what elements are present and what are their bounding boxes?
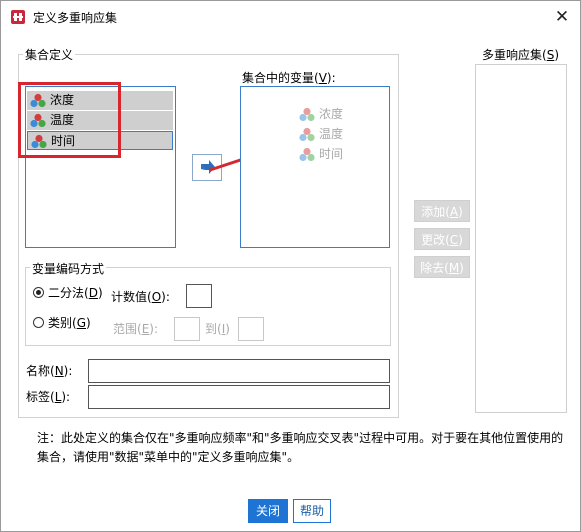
dialog-window: 定义多重响应集 ✕ 集合定义 浓度 温度 时间 集合中的变量(V): 浓度 温度… (0, 0, 581, 532)
annotation-highlight-box (18, 82, 121, 158)
nominal-variable-icon (299, 127, 315, 142)
list-item[interactable]: 时间 (296, 145, 376, 164)
response-sets-list[interactable] (475, 64, 567, 413)
change-button[interactable]: 更改(C) (414, 228, 470, 250)
variables-in-set-label: 集合中的变量(V): (242, 71, 336, 85)
nominal-variable-icon (299, 147, 315, 162)
window-title: 定义多重响应集 (33, 11, 118, 25)
dichotomy-label: 二分法(D) (48, 286, 103, 300)
list-item[interactable]: 浓度 (296, 105, 376, 124)
response-sets-label: 多重响应集(S) (482, 48, 559, 62)
range-to-input[interactable] (238, 317, 264, 341)
label-input[interactable] (88, 385, 390, 409)
category-radio[interactable] (33, 317, 44, 328)
count-value-input[interactable] (186, 284, 212, 308)
set-definition-title: 集合定义 (23, 46, 76, 63)
nominal-variable-icon (299, 107, 315, 122)
range-from-input[interactable] (174, 317, 200, 341)
variables-in-set-list[interactable]: 浓度 温度 时间 (240, 86, 390, 248)
name-label: 名称(N): (26, 364, 73, 378)
category-label: 类别(G) (48, 316, 91, 330)
title-bar: 定义多重响应集 ✕ (1, 1, 580, 33)
add-button[interactable]: 添加(A) (414, 200, 470, 222)
close-icon[interactable]: ✕ (552, 7, 572, 27)
name-input[interactable] (88, 359, 390, 383)
close-button[interactable]: 关闭 (248, 499, 288, 523)
count-value-label: 计数值(O): (111, 290, 170, 304)
list-item-label: 温度 (319, 127, 344, 141)
list-item-label: 浓度 (319, 107, 344, 121)
usage-note: 注：此处定义的集合仅在"多重响应频率"和"多重响应交叉表"过程中可用。对于要在其… (37, 431, 564, 464)
encoding-title: 变量编码方式 (30, 260, 107, 277)
range-label: 范围(E): (113, 322, 159, 336)
help-button[interactable]: 帮助 (293, 499, 331, 523)
range-to-label: 到(I) (205, 322, 230, 336)
list-item[interactable]: 温度 (296, 125, 376, 144)
dichotomy-radio[interactable] (33, 287, 44, 298)
label-label: 标签(L): (26, 390, 71, 404)
remove-button[interactable]: 除去(M) (414, 256, 470, 278)
list-item-label: 时间 (319, 147, 344, 161)
app-icon (11, 10, 25, 24)
